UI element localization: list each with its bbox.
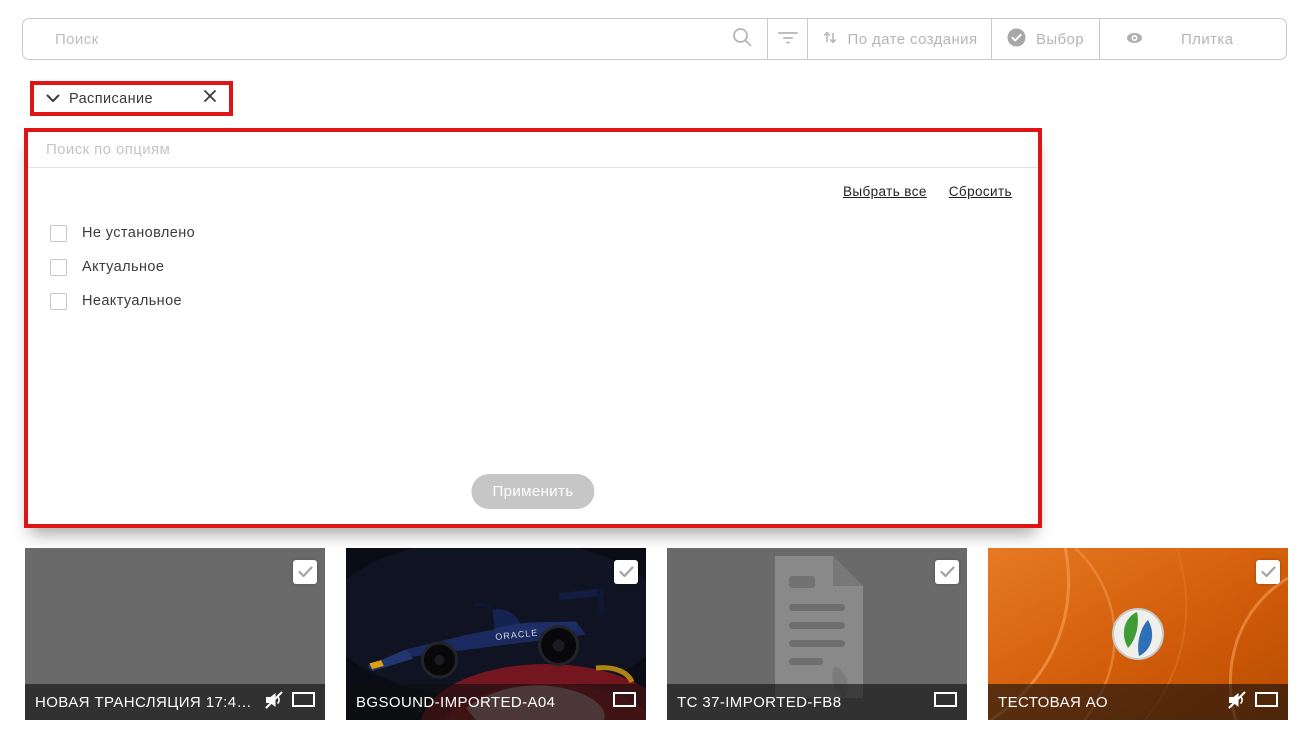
chevron-down-icon[interactable]: [46, 90, 60, 108]
sort-button[interactable]: По дате создания: [807, 19, 991, 59]
filter-chip-schedule[interactable]: Расписание: [34, 85, 229, 112]
tile-checkbox[interactable]: [614, 560, 638, 584]
filter-lines-icon: [778, 30, 798, 48]
muted-speaker-icon: [264, 690, 285, 715]
annotation-box-chip: Расписание: [30, 81, 233, 116]
tile-title: TC 37-IMPORTED-FB8: [677, 694, 927, 711]
option-list: Не установлено Актуальное Неактуальное: [50, 216, 195, 318]
option-label: Неактуальное: [82, 293, 182, 309]
panel-links: Выбрать все Сбросить: [843, 184, 1012, 199]
select-mode-button[interactable]: Выбор: [991, 19, 1099, 59]
tile-testovaya-ao[interactable]: ТЕСТОВАЯ АО: [988, 548, 1288, 720]
screen-rect-icon: [613, 692, 636, 712]
options-search-input[interactable]: [28, 132, 1038, 168]
reset-link[interactable]: Сбросить: [949, 184, 1012, 199]
apply-button[interactable]: Применить: [471, 474, 594, 509]
sort-label: По дате создания: [848, 31, 978, 48]
option-label: Актуальное: [82, 259, 164, 275]
tile-checkbox[interactable]: [1256, 560, 1280, 584]
checkbox[interactable]: [50, 259, 67, 276]
tile-bgsound[interactable]: ORACLE BGSOUND-IMPORTED-A04: [346, 548, 646, 720]
tile-title: BGSOUND-IMPORTED-A04: [356, 694, 606, 711]
tile-checkbox[interactable]: [293, 560, 317, 584]
media-library-page: По дате создания Выбор Плитка: [0, 0, 1314, 734]
option-row-not-set[interactable]: Не установлено: [50, 216, 195, 250]
view-mode-label: Плитка: [1181, 31, 1233, 48]
tile-broadcast[interactable]: НОВАЯ ТРАНСЛЯЦИЯ 17:46:17 1...: [25, 548, 325, 720]
muted-speaker-icon: [1227, 690, 1248, 715]
tile-tc37[interactable]: TC 37-IMPORTED-FB8: [667, 548, 967, 720]
filter-options-panel: Выбрать все Сбросить Не установлено Акту…: [28, 132, 1038, 524]
tile-bar: НОВАЯ ТРАНСЛЯЦИЯ 17:46:17 1...: [25, 684, 325, 720]
select-all-link[interactable]: Выбрать все: [843, 184, 927, 199]
tile-bar: TC 37-IMPORTED-FB8: [667, 684, 967, 720]
screen-rect-icon: [934, 692, 957, 712]
tile-title: НОВАЯ ТРАНСЛЯЦИЯ 17:46:17 1...: [35, 694, 257, 711]
option-row-actual[interactable]: Актуальное: [50, 250, 195, 284]
sort-arrows-icon: [822, 29, 838, 50]
check-circle-icon: [1007, 28, 1026, 51]
tile-grid: НОВАЯ ТРАНСЛЯЦИЯ 17:46:17 1...: [25, 548, 1288, 720]
checkbox[interactable]: [50, 225, 67, 242]
search-bar: [23, 19, 767, 59]
close-icon[interactable]: [203, 89, 217, 108]
eye-icon: [1126, 31, 1143, 48]
option-label: Не установлено: [82, 225, 195, 241]
filter-chip-label: Расписание: [69, 91, 194, 107]
filter-button[interactable]: [767, 19, 807, 59]
screen-rect-icon: [1255, 692, 1278, 712]
view-mode-button[interactable]: Плитка: [1099, 19, 1286, 59]
screen-rect-icon: [292, 692, 315, 712]
select-mode-label: Выбор: [1036, 31, 1084, 48]
tile-bar: ТЕСТОВАЯ АО: [988, 684, 1288, 720]
tile-checkbox[interactable]: [935, 560, 959, 584]
search-input[interactable]: [55, 31, 731, 48]
checkbox[interactable]: [50, 293, 67, 310]
tile-title: ТЕСТОВАЯ АО: [998, 694, 1220, 711]
option-row-not-actual[interactable]: Неактуальное: [50, 284, 195, 318]
toolbar: По дате создания Выбор Плитка: [22, 18, 1287, 60]
search-icon[interactable]: [731, 26, 753, 53]
tile-bar: BGSOUND-IMPORTED-A04: [346, 684, 646, 720]
annotation-box-panel: Выбрать все Сбросить Не установлено Акту…: [24, 128, 1042, 528]
